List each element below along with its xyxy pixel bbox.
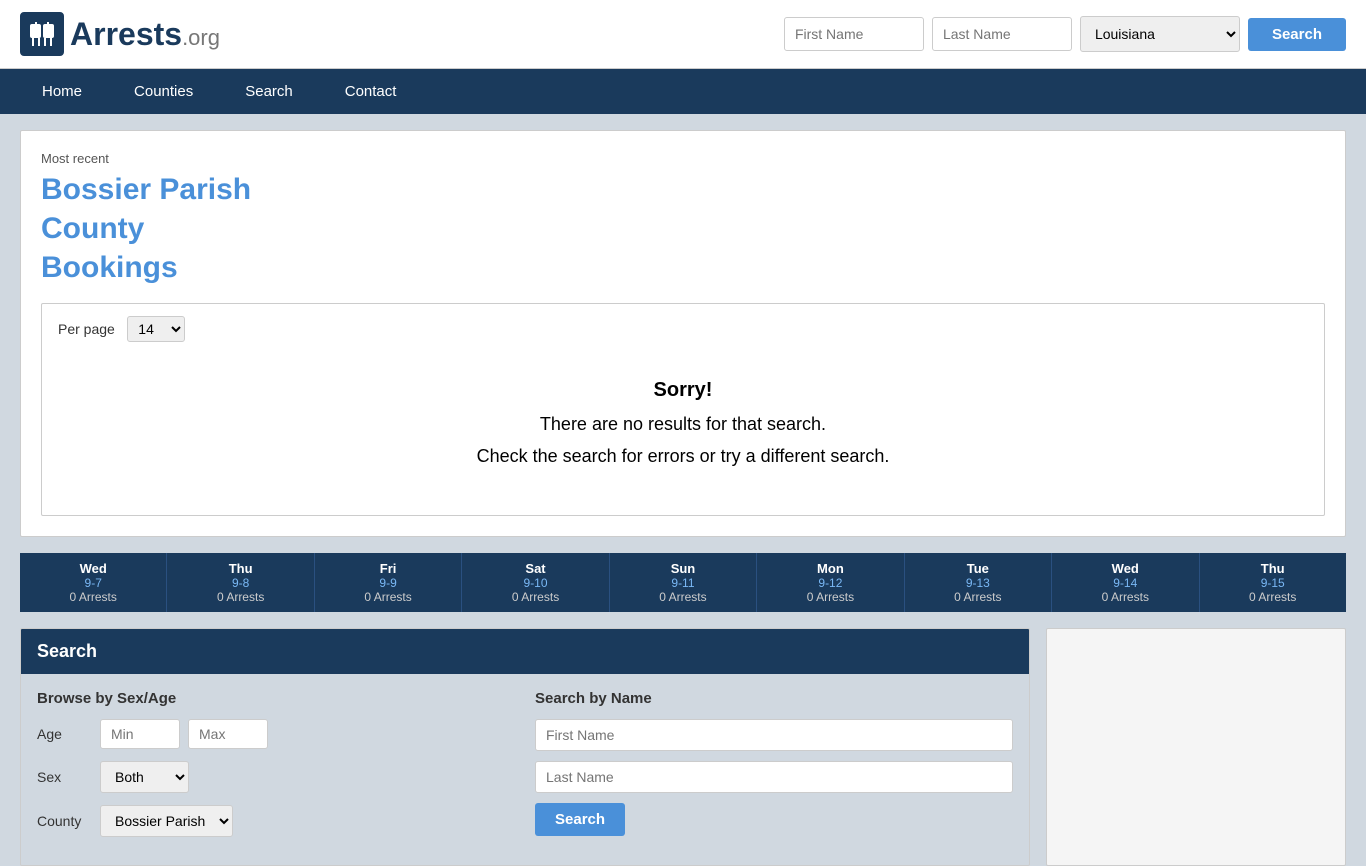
day-name: Thu bbox=[1204, 561, 1342, 576]
per-page-area: Per page 14 25 50 100 Sorry! There are n… bbox=[41, 303, 1325, 516]
age-label: Age bbox=[37, 726, 92, 742]
day-name: Sat bbox=[466, 561, 604, 576]
date-range: 9-10 bbox=[466, 576, 604, 590]
logo-link[interactable]: Arrests.org bbox=[20, 12, 220, 56]
no-results-message: Sorry! There are no results for that sea… bbox=[58, 342, 1308, 503]
search-last-name-input[interactable] bbox=[535, 761, 1013, 793]
day-name: Wed bbox=[24, 561, 162, 576]
per-page-label: Per page bbox=[58, 321, 115, 337]
sorry-line3: Check the search for errors or try a dif… bbox=[78, 440, 1288, 472]
search-submit-button[interactable]: Search bbox=[535, 803, 625, 836]
arrests-count: 0 Arrests bbox=[909, 590, 1047, 604]
main-nav: Home Counties Search Contact bbox=[0, 69, 1366, 114]
day-name: Thu bbox=[171, 561, 309, 576]
nav-counties[interactable]: Counties bbox=[108, 69, 219, 114]
date-range: 9-11 bbox=[614, 576, 752, 590]
date-bar: Wed 9-7 0 Arrests Thu 9-8 0 Arrests Fri … bbox=[20, 553, 1346, 612]
browse-title: Browse by Sex/Age bbox=[37, 690, 515, 707]
day-name: Fri bbox=[319, 561, 457, 576]
logo-icon bbox=[20, 12, 64, 56]
arrests-count: 0 Arrests bbox=[466, 590, 604, 604]
date-range: 9-8 bbox=[171, 576, 309, 590]
side-panel bbox=[1046, 628, 1346, 866]
search-box-body: Browse by Sex/Age Age Sex Both Male Fema… bbox=[21, 674, 1029, 865]
arrests-count: 0 Arrests bbox=[614, 590, 752, 604]
county-title-line3: Bookings bbox=[41, 251, 178, 284]
date-range: 9-9 bbox=[319, 576, 457, 590]
county-select[interactable]: Bossier Parish bbox=[100, 805, 233, 837]
county-row: County Bossier Parish bbox=[37, 805, 515, 837]
date-cell[interactable]: Wed 9-14 0 Arrests bbox=[1052, 553, 1199, 612]
county-label: County bbox=[37, 813, 92, 829]
date-range: 9-13 bbox=[909, 576, 1047, 590]
most-recent-label: Most recent bbox=[41, 151, 1325, 166]
date-range: 9-12 bbox=[761, 576, 899, 590]
sorry-line2: There are no results for that search. bbox=[78, 408, 1288, 440]
day-name: Sun bbox=[614, 561, 752, 576]
nav-contact[interactable]: Contact bbox=[319, 69, 423, 114]
header-search-form: Louisiana Alabama Alaska Arizona Arkansa… bbox=[784, 16, 1346, 52]
nav-home[interactable]: Home bbox=[16, 69, 108, 114]
sex-label: Sex bbox=[37, 769, 92, 785]
search-first-name-input[interactable] bbox=[535, 719, 1013, 751]
day-name: Tue bbox=[909, 561, 1047, 576]
search-box-title: Search bbox=[21, 629, 1029, 674]
date-cell[interactable]: Mon 9-12 0 Arrests bbox=[757, 553, 904, 612]
name-section: Search by Name Search bbox=[535, 690, 1013, 849]
header-state-select[interactable]: Louisiana Alabama Alaska Arizona Arkansa… bbox=[1080, 16, 1240, 52]
date-cell[interactable]: Sun 9-11 0 Arrests bbox=[610, 553, 757, 612]
main-content: Most recent Bossier Parish County Bookin… bbox=[20, 130, 1346, 537]
arrests-count: 0 Arrests bbox=[171, 590, 309, 604]
age-max-input[interactable] bbox=[188, 719, 268, 749]
day-name: Mon bbox=[761, 561, 899, 576]
date-cell[interactable]: Tue 9-13 0 Arrests bbox=[905, 553, 1052, 612]
date-cell[interactable]: Sat 9-10 0 Arrests bbox=[462, 553, 609, 612]
day-name: Wed bbox=[1056, 561, 1194, 576]
age-min-input[interactable] bbox=[100, 719, 180, 749]
sorry-line1: Sorry! bbox=[78, 372, 1288, 408]
date-range: 9-15 bbox=[1204, 576, 1342, 590]
arrests-count: 0 Arrests bbox=[761, 590, 899, 604]
arrests-count: 0 Arrests bbox=[1204, 590, 1342, 604]
header-search-button[interactable]: Search bbox=[1248, 18, 1346, 51]
age-row: Age bbox=[37, 719, 515, 749]
arrests-count: 0 Arrests bbox=[24, 590, 162, 604]
site-header: Arrests.org Louisiana Alabama Alaska Ari… bbox=[0, 0, 1366, 69]
date-cell[interactable]: Wed 9-7 0 Arrests bbox=[20, 553, 167, 612]
header-last-name-input[interactable] bbox=[932, 17, 1072, 51]
date-range: 9-7 bbox=[24, 576, 162, 590]
header-first-name-input[interactable] bbox=[784, 17, 924, 51]
nav-search[interactable]: Search bbox=[219, 69, 319, 114]
county-title: Bossier Parish County Bookings bbox=[41, 170, 1325, 287]
date-range: 9-14 bbox=[1056, 576, 1194, 590]
county-title-line2: County bbox=[41, 212, 144, 245]
arrests-count: 0 Arrests bbox=[1056, 590, 1194, 604]
date-cell[interactable]: Thu 9-15 0 Arrests bbox=[1200, 553, 1346, 612]
arrests-count: 0 Arrests bbox=[319, 590, 457, 604]
search-box: Search Browse by Sex/Age Age Sex Both Ma… bbox=[20, 628, 1030, 866]
name-title: Search by Name bbox=[535, 690, 1013, 707]
county-title-line1: Bossier Parish bbox=[41, 173, 251, 206]
date-cell[interactable]: Thu 9-8 0 Arrests bbox=[167, 553, 314, 612]
browse-section: Browse by Sex/Age Age Sex Both Male Fema… bbox=[37, 690, 515, 849]
logo-text: Arrests.org bbox=[70, 16, 220, 53]
bottom-section: Search Browse by Sex/Age Age Sex Both Ma… bbox=[20, 628, 1346, 866]
date-cell[interactable]: Fri 9-9 0 Arrests bbox=[315, 553, 462, 612]
sex-select[interactable]: Both Male Female bbox=[100, 761, 189, 793]
sex-row: Sex Both Male Female bbox=[37, 761, 515, 793]
per-page-select[interactable]: 14 25 50 100 bbox=[127, 316, 185, 342]
